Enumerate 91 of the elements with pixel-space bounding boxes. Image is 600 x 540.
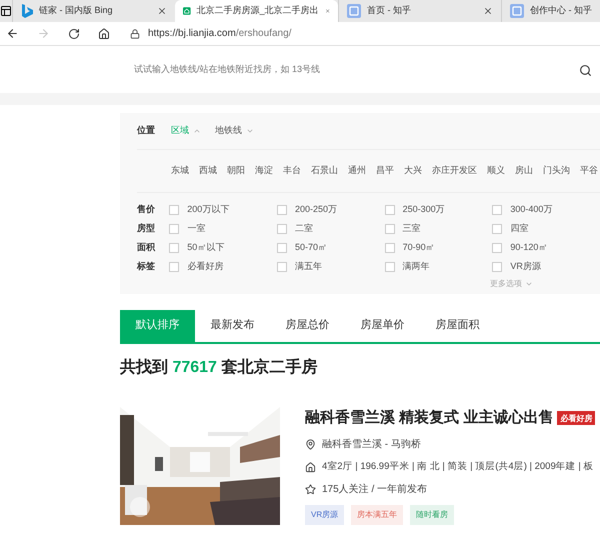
sort-tab[interactable]: 最新发布 xyxy=(195,310,270,342)
option-label: 70-90㎡ xyxy=(402,240,435,254)
browser-tab[interactable]: 北京二手房房源_北京二手房出 xyxy=(175,0,338,22)
option-label: 200-250万 xyxy=(294,202,337,216)
listing-title[interactable]: 融科香雪兰溪 精装复式 业主诚心出售 xyxy=(305,406,554,429)
option-label: VR房源 xyxy=(510,260,541,273)
district-link[interactable]: 丰台 xyxy=(283,164,301,178)
option-label: 满两年 xyxy=(402,260,430,273)
listing-tag: VR房源 xyxy=(305,505,344,526)
close-icon[interactable] xyxy=(483,6,493,16)
reload-icon[interactable] xyxy=(68,28,80,40)
checkbox[interactable] xyxy=(276,204,287,214)
filter-label: 标签 xyxy=(137,260,156,273)
option-label: 必看好房 xyxy=(187,260,224,273)
star-icon xyxy=(305,484,316,496)
tab-title: 首页 - 知乎 xyxy=(367,4,412,18)
option-label: 50-70㎡ xyxy=(294,240,327,254)
filter-label: 面积 xyxy=(137,240,156,254)
option-label: 50㎡以下 xyxy=(187,240,224,254)
district-link[interactable]: 石景山 xyxy=(311,164,338,178)
tab-title: 北京二手房房源_北京二手房出 xyxy=(196,4,319,18)
close-icon[interactable] xyxy=(157,6,167,16)
checkbox[interactable] xyxy=(492,242,502,252)
checkbox[interactable] xyxy=(276,262,287,272)
chevron-down-icon xyxy=(246,127,254,135)
browser-tab[interactable]: 首页 - 知乎 xyxy=(338,0,501,22)
zhihu-square-icon xyxy=(510,4,524,18)
forward-icon[interactable] xyxy=(37,27,50,40)
listing-followers: 175人关注 / 一年前发布 xyxy=(322,482,428,498)
district-link[interactable]: 门头沟 xyxy=(543,164,570,178)
tab-title: 创作中心 - 知乎 xyxy=(530,4,593,18)
url-text: https://bj.lianjia.com/ershoufang/ xyxy=(148,27,292,41)
district-link[interactable]: 西城 xyxy=(199,164,217,178)
district-link[interactable]: 海淀 xyxy=(255,164,273,178)
option-label: 三室 xyxy=(402,222,421,235)
tab-actions-icon[interactable] xyxy=(0,5,12,17)
district-link[interactable]: 顺义 xyxy=(487,164,505,178)
filter-mode-tab[interactable]: 地铁线 xyxy=(215,124,254,138)
option-label: 四室 xyxy=(510,222,528,235)
sort-tab[interactable]: 房屋总价 xyxy=(270,310,345,342)
listing-tag: 随时看房 xyxy=(410,505,454,526)
home-icon[interactable] xyxy=(98,28,110,40)
house-icon xyxy=(305,462,316,473)
option-label: 90-120㎡ xyxy=(510,240,548,254)
checkbox[interactable] xyxy=(276,242,287,252)
district-link[interactable]: 亦庄开发区 xyxy=(432,164,477,178)
option-label: 300-400万 xyxy=(510,202,552,216)
filter-label: 房型 xyxy=(137,222,156,235)
b-logo-icon xyxy=(21,4,33,18)
checkbox[interactable] xyxy=(276,224,287,234)
browser-tab[interactable]: 创作中心 - 知乎 xyxy=(501,0,600,22)
filter-label: 售价 xyxy=(137,202,156,216)
checkbox[interactable] xyxy=(169,242,180,252)
option-label: 满五年 xyxy=(294,260,322,273)
listing-location[interactable]: 融科香雪兰溪 - 马驹桥 xyxy=(322,437,421,452)
checkbox[interactable] xyxy=(169,262,180,272)
option-label: 250-300万 xyxy=(402,202,445,216)
district-link[interactable]: 昌平 xyxy=(376,164,394,178)
checkbox[interactable] xyxy=(169,204,180,214)
checkbox[interactable] xyxy=(384,262,395,272)
zhihu-square-icon xyxy=(347,4,361,18)
checkbox[interactable] xyxy=(384,204,395,214)
tab-title: 链家 - 国内版 Bing xyxy=(39,4,114,18)
listing-details: 4室2厅 | 196.99平米 | 南 北 | 简装 | 顶层(共4层) | 2009年建 | 板 xyxy=(322,460,594,474)
option-label: 200万以下 xyxy=(187,202,230,216)
district-link[interactable]: 通州 xyxy=(348,164,366,178)
lock-icon xyxy=(130,28,140,38)
listing-badge: 必看好房 xyxy=(557,410,596,425)
location-pin-icon xyxy=(305,439,316,450)
listing-tag: 房本满五年 xyxy=(351,505,404,526)
option-label: 二室 xyxy=(294,222,313,235)
back-icon[interactable] xyxy=(6,27,19,40)
option-label: 一室 xyxy=(187,222,206,235)
house-icon xyxy=(183,4,191,18)
chevron-up-icon xyxy=(193,127,201,135)
checkbox[interactable] xyxy=(492,262,502,272)
checkbox[interactable] xyxy=(169,224,180,234)
sort-tab[interactable]: 房屋单价 xyxy=(345,310,420,342)
search-icon[interactable] xyxy=(579,64,592,76)
district-link[interactable]: 朝阳 xyxy=(227,164,245,178)
filter-label: 位置 xyxy=(137,124,156,138)
district-link[interactable]: 大兴 xyxy=(404,164,422,178)
checkbox[interactable] xyxy=(492,224,502,234)
result-heading: 共找到 77617 套北京二手房 xyxy=(120,357,318,378)
sort-tab[interactable]: 房屋面积 xyxy=(420,310,495,342)
checkbox[interactable] xyxy=(384,242,395,252)
district-link[interactable]: 房山 xyxy=(515,164,533,178)
checkbox[interactable] xyxy=(384,224,395,234)
district-link[interactable]: 东城 xyxy=(171,164,189,178)
checkbox[interactable] xyxy=(492,204,502,214)
district-link[interactable]: 平谷 xyxy=(580,164,598,178)
